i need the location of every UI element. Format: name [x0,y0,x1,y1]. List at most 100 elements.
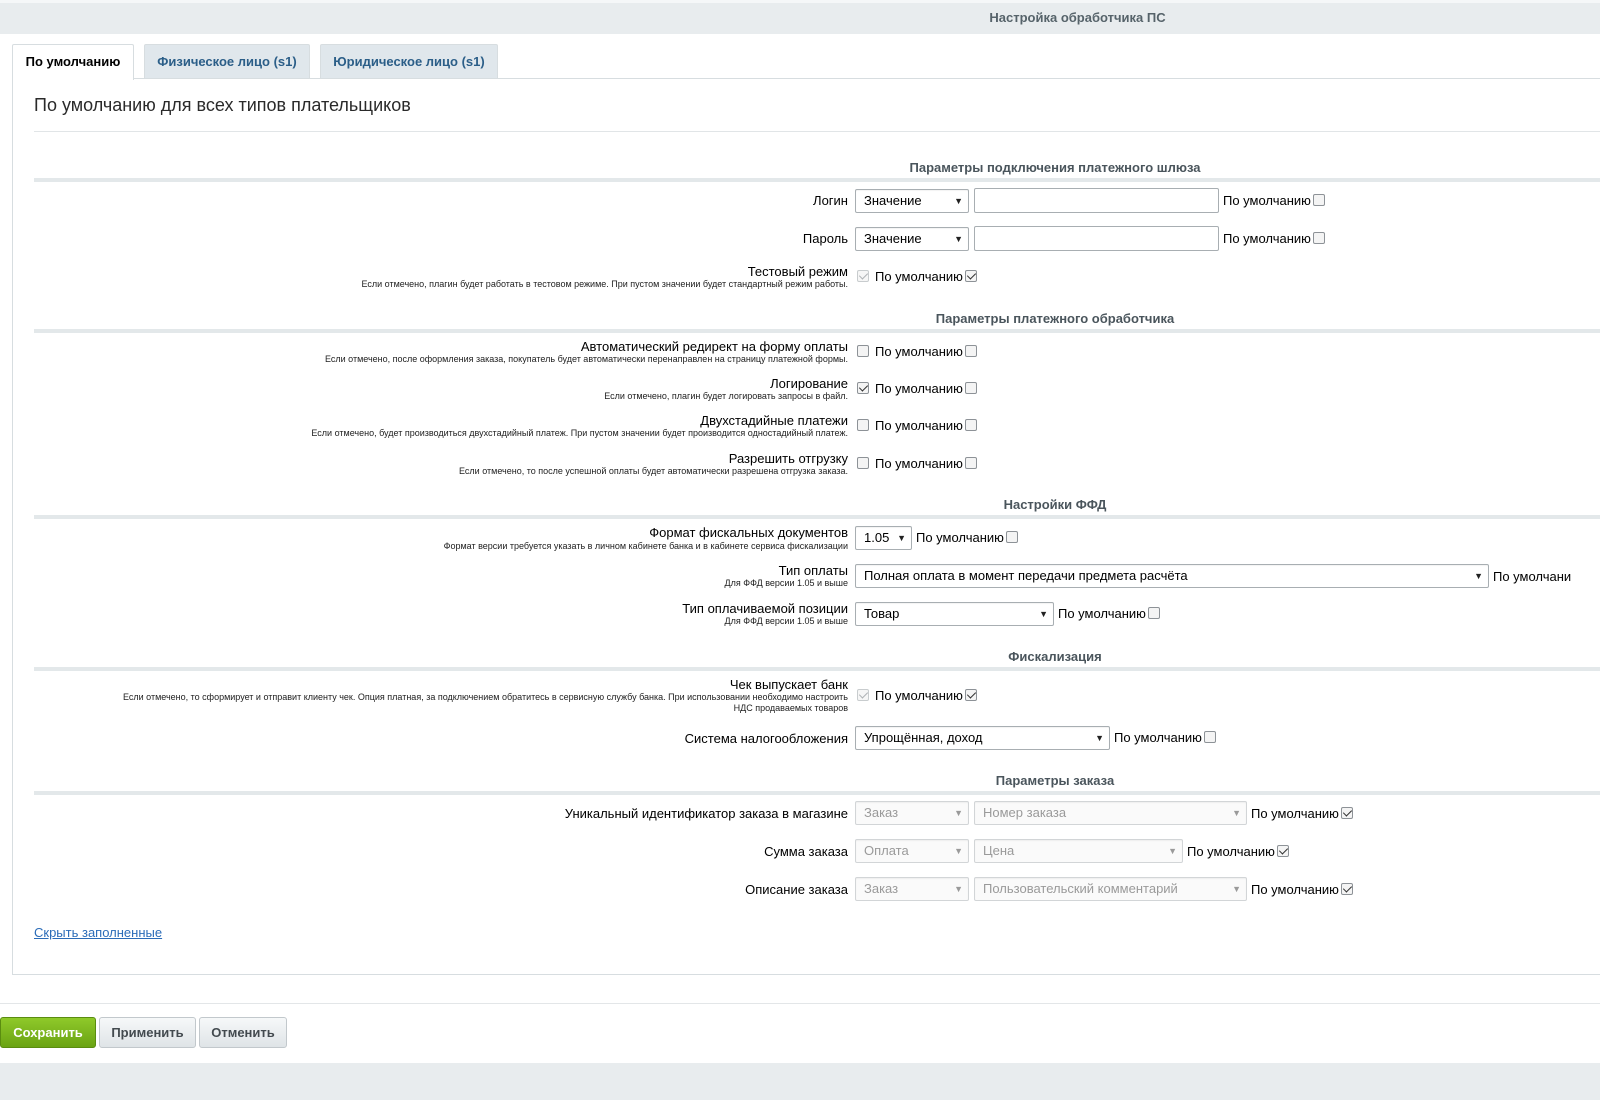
payment-type-select[interactable]: Полная оплата в момент передачи предмета… [855,564,1489,588]
auto-redirect-checkbox[interactable] [857,345,869,357]
login-label: Логин [813,193,848,208]
two-stage-hint: Если отмечено, будет производиться двухс… [311,428,848,438]
dropdown-arrow-icon: ▼ [897,533,906,543]
tax-system-label: Система налогообложения [684,731,848,746]
item-type-label: Тип оплачиваемой позиции [682,601,848,616]
allow-shipment-label: Разрешить отгрузку [728,451,848,466]
order-desc-default-checkbox[interactable] [1341,883,1353,895]
section-divider [34,178,1600,182]
item-type-default-label: По умолчанию [1058,606,1146,621]
login-default-checkbox[interactable] [1313,194,1325,206]
bank-receipt-hint-line2: НДС продаваемых товаров [733,703,848,713]
divider [34,131,1600,132]
item-type-hint: Для ФФД версии 1.05 и выше [724,616,848,626]
tab-legal-entity[interactable]: Юридическое лицо (s1) [320,44,498,79]
test-mode-label: Тестовый режим [747,264,848,279]
dropdown-arrow-icon: ▼ [1232,808,1241,818]
bottom-bar [0,1063,1600,1100]
order-sum-default-checkbox[interactable] [1277,845,1289,857]
dropdown-arrow-icon: ▼ [954,196,963,206]
tab-default[interactable]: По умолчанию [12,44,134,80]
dropdown-arrow-icon: ▼ [1474,571,1483,581]
allow-shipment-default-label: По умолчанию [875,456,963,471]
logging-default-label: По умолчанию [875,381,963,396]
hide-filled-link[interactable]: Скрыть заполненные [34,925,162,940]
test-mode-default-checkbox[interactable] [965,270,977,282]
allow-shipment-checkbox[interactable] [857,457,869,469]
cancel-button[interactable]: Отменить [199,1017,287,1048]
password-default-label: По умолчанию [1223,231,1311,246]
payment-type-hint: Для ФФД версии 1.05 и выше [724,578,848,588]
two-stage-default-checkbox[interactable] [965,419,977,431]
dropdown-arrow-icon: ▼ [954,884,963,894]
logging-checkbox[interactable] [857,382,869,394]
password-default-checkbox[interactable] [1313,232,1325,244]
order-sum-type-value: Оплата [864,843,909,858]
order-desc-type-select[interactable]: Заказ ▼ [855,877,969,901]
test-mode-checkbox[interactable] [857,270,869,282]
item-type-select[interactable]: Товар ▼ [855,602,1054,626]
two-stage-label: Двухстадийные платежи [700,413,848,428]
item-type-value: Товар [864,606,900,621]
order-desc-value-select[interactable]: Пользовательский комментарий ▼ [974,877,1247,901]
bank-receipt-default-checkbox[interactable] [965,689,977,701]
order-desc-type-value: Заказ [864,881,899,896]
apply-button[interactable]: Применить [99,1017,196,1048]
section-title-order: Параметры заказа [995,773,1115,788]
logging-default-checkbox[interactable] [965,382,977,394]
dropdown-arrow-icon: ▼ [1232,884,1241,894]
dropdown-arrow-icon: ▼ [1095,733,1104,743]
order-id-label: Уникальный идентификатор заказа в магази… [564,806,848,821]
section-divider [34,515,1600,519]
order-sum-type-select[interactable]: Оплата ▼ [855,839,969,863]
order-id-value-select[interactable]: Номер заказа ▼ [974,801,1247,825]
password-input[interactable] [974,226,1219,251]
dropdown-arrow-icon: ▼ [1168,846,1177,856]
section-title-handler: Параметры платежного обработчика [935,311,1175,326]
dropdown-arrow-icon: ▼ [1039,609,1048,619]
password-type-select[interactable]: Значение ▼ [855,227,969,251]
order-id-default-checkbox[interactable] [1341,807,1353,819]
order-desc-default-label: По умолчанию [1251,882,1339,897]
tax-system-value: Упрощённая, доход [864,730,983,745]
ffd-format-default-label: По умолчанию [916,530,1004,545]
order-id-type-value: Заказ [864,805,899,820]
order-sum-value: Цена [983,843,1015,858]
order-id-type-select[interactable]: Заказ ▼ [855,801,969,825]
password-label: Пароль [802,231,848,246]
ffd-format-value: 1.05 [864,530,890,545]
tab-individual[interactable]: Физическое лицо (s1) [144,44,310,79]
login-type-select[interactable]: Значение ▼ [855,189,969,213]
tax-system-default-label: По умолчанию [1114,730,1202,745]
window-title-bar: Настройка обработчика ПС [0,0,1600,34]
password-type-value: Значение [864,231,922,246]
bank-receipt-label: Чек выпускает банк [729,677,848,692]
save-button[interactable]: Сохранить [0,1017,96,1048]
section-title-fiscal: Фискализация [1008,649,1102,664]
bank-receipt-hint: Если отмечено, то сформирует и отправит … [122,692,848,702]
payment-type-value: Полная оплата в момент передачи предмета… [864,568,1188,583]
order-id-default-label: По умолчанию [1251,806,1339,821]
ffd-format-select[interactable]: 1.05 ▼ [855,526,912,550]
page-title: По умолчанию для всех типов плательщиков [34,95,411,115]
ffd-format-default-checkbox[interactable] [1006,531,1018,543]
tax-system-select[interactable]: Упрощённая, доход ▼ [855,726,1110,750]
payment-type-default-label: По умолчани [1493,569,1572,584]
tax-system-default-checkbox[interactable] [1204,731,1216,743]
order-id-value: Номер заказа [983,805,1067,820]
order-sum-value-select[interactable]: Цена ▼ [974,839,1183,863]
item-type-default-checkbox[interactable] [1148,607,1160,619]
login-input[interactable] [974,188,1219,213]
two-stage-checkbox[interactable] [857,419,869,431]
dropdown-arrow-icon: ▼ [954,846,963,856]
allow-shipment-default-checkbox[interactable] [965,457,977,469]
order-sum-label: Сумма заказа [764,844,848,859]
bank-receipt-checkbox[interactable] [857,689,869,701]
allow-shipment-hint: Если отмечено, то после успешной оплаты … [459,466,848,476]
bank-receipt-default-label: По умолчанию [875,688,963,703]
order-desc-value: Пользовательский комментарий [983,881,1178,896]
window-title: Настройка обработчика ПС [989,10,1166,25]
ffd-format-hint: Формат версии требуется указать в личном… [443,541,848,551]
auto-redirect-default-checkbox[interactable] [965,345,977,357]
two-stage-default-label: По умолчанию [875,418,963,433]
